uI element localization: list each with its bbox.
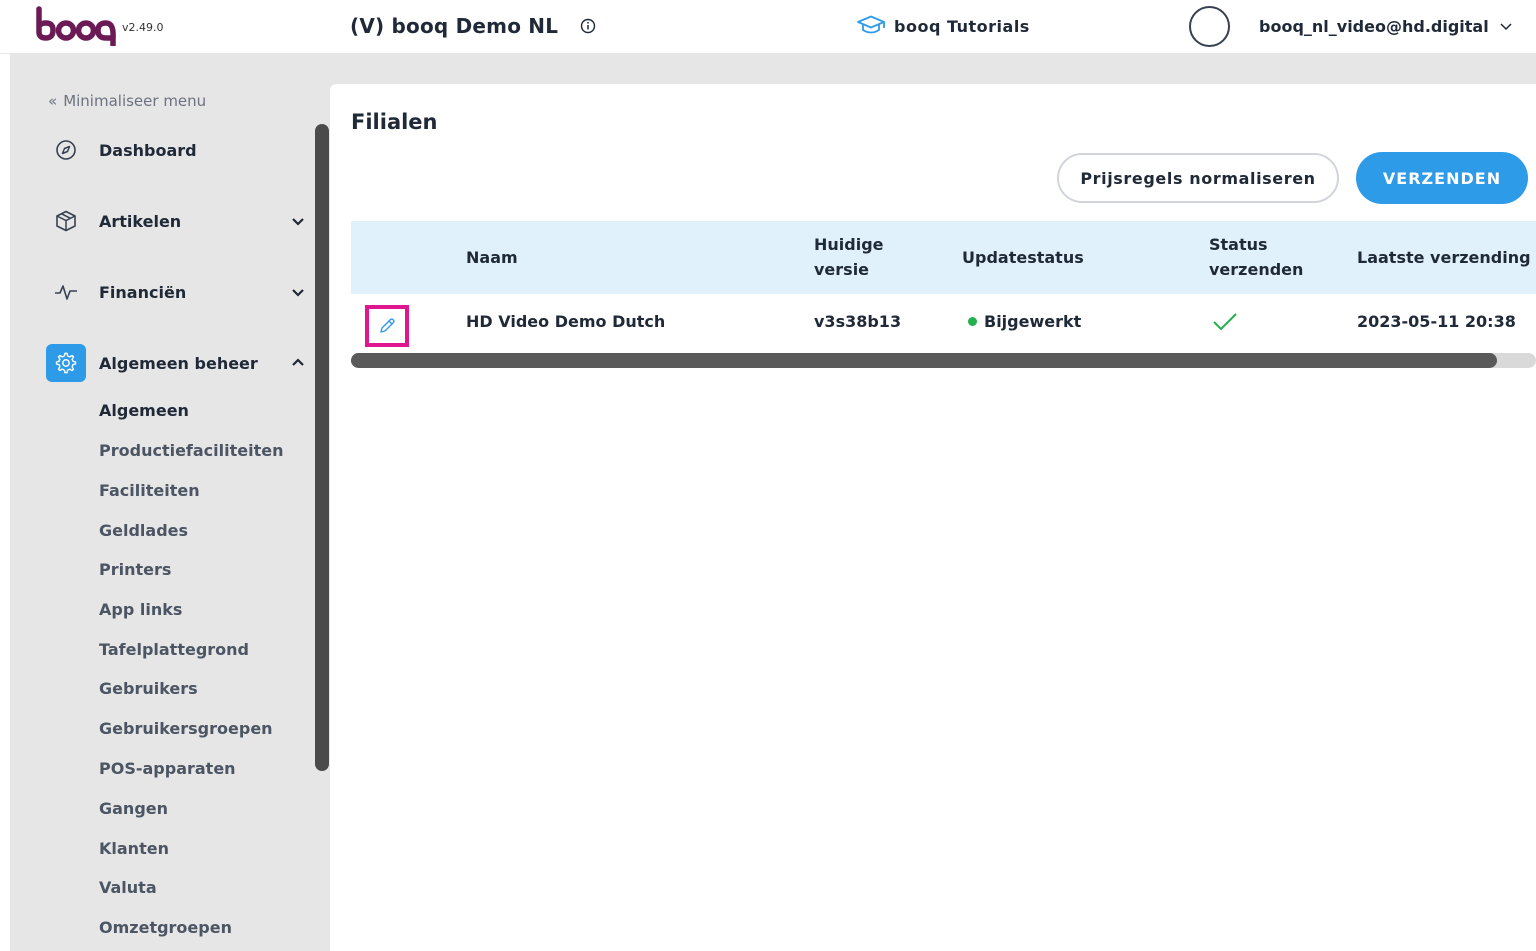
pencil-icon	[380, 318, 395, 333]
sidebar-subitem-productiefaciliteiten[interactable]: Productiefaciliteiten	[99, 441, 284, 460]
avatar[interactable]	[1189, 6, 1230, 47]
gear-icon-wrap	[46, 344, 86, 382]
column-header-line: Status	[1209, 235, 1268, 254]
user-email: booq_nl_video@hd.digital	[1259, 16, 1489, 36]
sidebar-item-dashboard[interactable]: Dashboard	[46, 130, 306, 170]
pulse-icon	[55, 285, 77, 300]
sidebar-subitem-pos-apparaten[interactable]: POS-apparaten	[99, 759, 236, 778]
chevron-down-icon	[292, 289, 304, 297]
checkmark-icon	[1213, 313, 1237, 331]
compass-icon	[56, 140, 76, 160]
sidebar-subitem-tafelplattegrond[interactable]: Tafelplattegrond	[99, 640, 249, 659]
sidebar-subitem-geldlades[interactable]: Geldlades	[99, 521, 188, 540]
sidebar-subitem-gangen[interactable]: Gangen	[99, 799, 168, 818]
double-chevron-left-icon: «	[48, 92, 58, 110]
table-row[interactable]: HD Video Demo Dutch v3s38b13 Bijgewerkt …	[351, 294, 1536, 352]
sidebar-subitem-valuta[interactable]: Valuta	[99, 878, 157, 897]
box-icon-wrap	[46, 201, 86, 241]
page-title: Filialen	[351, 110, 438, 134]
sidebar-item-label: Financiën	[99, 282, 187, 302]
gear-icon	[55, 352, 77, 374]
tutorials-link[interactable]: booq Tutorials	[856, 13, 1030, 39]
sidebar-subitem-klanten[interactable]: Klanten	[99, 839, 169, 858]
column-header-line: Huidige	[814, 235, 884, 254]
sidebar-item-artikelen[interactable]: Artikelen	[46, 201, 306, 241]
chevron-up-icon	[292, 358, 304, 366]
chevron-down-icon	[1500, 23, 1512, 31]
left-edge	[0, 54, 10, 951]
sidebar-subitem-printers[interactable]: Printers	[99, 560, 171, 579]
table-header: Naam Huidige versie Updatestatus Status …	[351, 221, 1536, 294]
column-header-line: verzenden	[1209, 260, 1304, 279]
table-horizontal-scrollbar[interactable]	[351, 353, 1497, 368]
sidebar-item-algemeen-beheer[interactable]: Algemeen beheer	[46, 343, 306, 383]
column-header-naam[interactable]: Naam	[466, 245, 518, 270]
status-dot-icon	[968, 317, 977, 326]
graduation-cap-icon	[857, 15, 885, 34]
sidebar-subitem-gebruikers[interactable]: Gebruikers	[99, 679, 198, 698]
send-button[interactable]: VERZENDEN	[1356, 152, 1528, 204]
compass-icon-wrap	[46, 130, 86, 170]
app-version: v2.49.0	[122, 21, 164, 34]
venue-name[interactable]: (V) booq Demo NL	[350, 14, 558, 38]
sidebar-subitem-faciliteiten[interactable]: Faciliteiten	[99, 481, 200, 500]
booq-logo[interactable]	[36, 6, 120, 46]
edit-button[interactable]	[365, 305, 409, 347]
top-bar: v2.49.0 (V) booq Demo NL booq Tutorials …	[0, 0, 1536, 54]
sidebar-item-label: Artikelen	[99, 211, 182, 231]
sidebar-subitem-omzetgroepen[interactable]: Omzetgroepen	[99, 918, 232, 937]
cell-laatste-verzending: 2023-05-11 20:38	[1357, 312, 1516, 331]
sidebar-subitem-algemeen[interactable]: Algemeen	[99, 401, 189, 420]
info-icon[interactable]	[580, 18, 596, 34]
chevron-down-icon	[292, 218, 304, 226]
column-header-updatestatus[interactable]: Updatestatus	[962, 245, 1084, 270]
user-menu[interactable]: booq_nl_video@hd.digital	[1259, 15, 1513, 37]
main-content: Filialen Prijsregels normaliseren VERZEN…	[330, 84, 1536, 951]
cell-versie: v3s38b13	[814, 312, 902, 331]
status-label: Bijgewerkt	[984, 312, 1082, 331]
pulse-icon-wrap	[46, 272, 86, 312]
box-icon	[56, 210, 76, 232]
column-header-laatste-verzending[interactable]: Laatste verzending	[1357, 245, 1531, 270]
cell-naam: HD Video Demo Dutch	[466, 312, 666, 331]
minimize-menu-button[interactable]: « Minimaliseer menu	[48, 92, 206, 110]
sidebar-scrollbar[interactable]	[315, 124, 329, 771]
column-header-line: versie	[814, 260, 870, 279]
minimize-menu-label: Minimaliseer menu	[63, 92, 207, 110]
sidebar-subitem-app-links[interactable]: App links	[99, 600, 182, 619]
normalize-prices-button[interactable]: Prijsregels normaliseren	[1057, 153, 1339, 203]
sidebar-item-label: Dashboard	[99, 140, 197, 160]
column-header-status-verzenden[interactable]: Status verzenden	[1209, 232, 1303, 282]
tutorials-label: booq Tutorials	[894, 16, 1030, 36]
column-header-huidige-versie[interactable]: Huidige versie	[814, 232, 884, 282]
sidebar-item-label: Algemeen beheer	[99, 353, 258, 373]
cell-updatestatus: Bijgewerkt	[968, 312, 1081, 331]
sidebar-item-financien[interactable]: Financiën	[46, 272, 306, 312]
sidebar-subitem-gebruikersgroepen[interactable]: Gebruikersgroepen	[99, 719, 273, 738]
sidebar: « Minimaliseer menu Dashboard Artikelen	[10, 54, 330, 951]
